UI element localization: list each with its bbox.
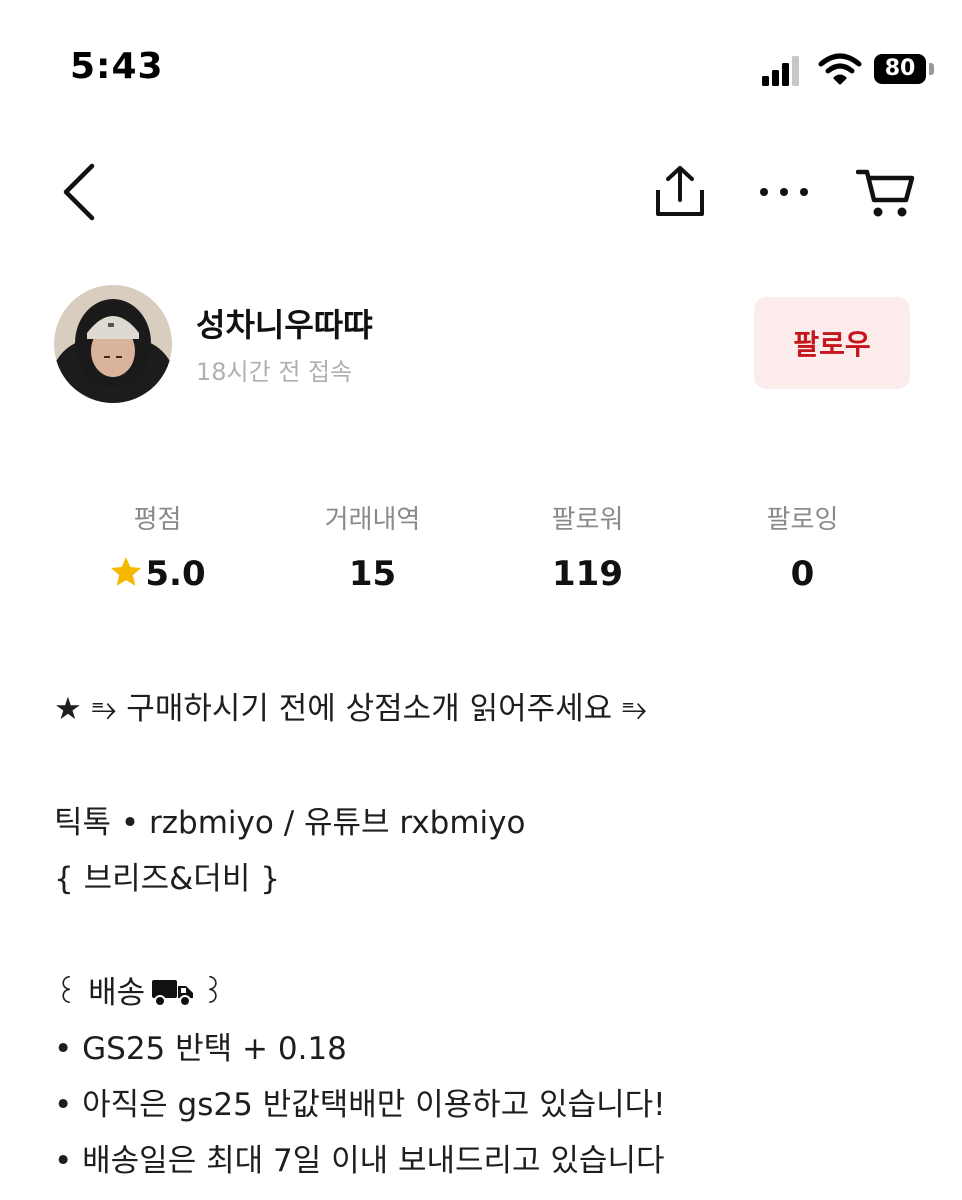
- stat-value: 5.0: [50, 552, 265, 596]
- last-seen-text: 18시간 전 접속: [196, 358, 353, 386]
- stat-label: 팔로잉: [766, 505, 839, 535]
- rating-value: 5.0: [145, 554, 206, 594]
- description-line: ★ ⥱ 구매하시기 전에 상점소개 읽어주세요 ⥱: [54, 691, 647, 727]
- description-line: • 배송일은 최대 7일 이내 보내드리고 있습니다: [54, 1143, 665, 1179]
- shipping-heading: ꒰ 배송: [54, 975, 146, 1011]
- avatar[interactable]: [54, 285, 172, 403]
- shipping-heading-close: ꒱: [201, 975, 226, 1011]
- description-line: 틱톡 • rzbmiyo / 유튜브 rxbmiyo: [54, 805, 526, 841]
- stat-rating[interactable]: 평점 5.0: [50, 500, 265, 596]
- stat-value: 0: [790, 554, 815, 594]
- stat-value: 119: [552, 554, 623, 594]
- signal-icon: [762, 56, 799, 86]
- star-icon: [111, 557, 142, 586]
- battery-indicator: 80: [874, 54, 936, 86]
- cart-icon[interactable]: [856, 164, 916, 220]
- wifi-icon: [818, 53, 862, 85]
- follow-button[interactable]: 팔로우: [754, 297, 910, 389]
- more-icon[interactable]: [756, 178, 812, 206]
- share-icon[interactable]: [652, 164, 708, 220]
- stat-label: 팔로워: [551, 505, 624, 535]
- stat-followers[interactable]: 팔로워 119: [480, 500, 695, 596]
- stat-label: 거래내역: [324, 505, 421, 535]
- stat-transactions[interactable]: 거래내역 15: [265, 500, 480, 596]
- stat-following[interactable]: 팔로잉 0: [695, 500, 910, 596]
- stat-value: 15: [348, 554, 397, 594]
- shop-stats: 평점 5.0 거래내역 15 팔로워 119 팔로잉 0: [50, 500, 910, 600]
- description-line: ꒰ 배송 ꒱: [54, 970, 934, 1026]
- truck-icon: [152, 980, 194, 1007]
- stat-label: 평점: [133, 505, 182, 535]
- description-line: • 아직은 gs25 반값택배만 이용하고 있습니다!: [54, 1087, 666, 1123]
- battery-level: 80: [874, 54, 926, 84]
- back-icon[interactable]: [58, 160, 102, 224]
- battery-cap: [929, 63, 934, 75]
- shop-description: ★ ⥱ 구매하시기 전에 상점소개 읽어주세요 ⥱ 틱톡 • rzbmiyo /…: [54, 686, 934, 1194]
- description-line: • GS25 반택 + 0.18: [54, 1031, 347, 1067]
- status-bar: 5:43 80: [0, 0, 962, 140]
- shop-name: 성차니우따땨: [196, 306, 373, 344]
- description-line: { 브리즈&더비 }: [54, 861, 280, 897]
- status-time: 5:43: [70, 46, 164, 87]
